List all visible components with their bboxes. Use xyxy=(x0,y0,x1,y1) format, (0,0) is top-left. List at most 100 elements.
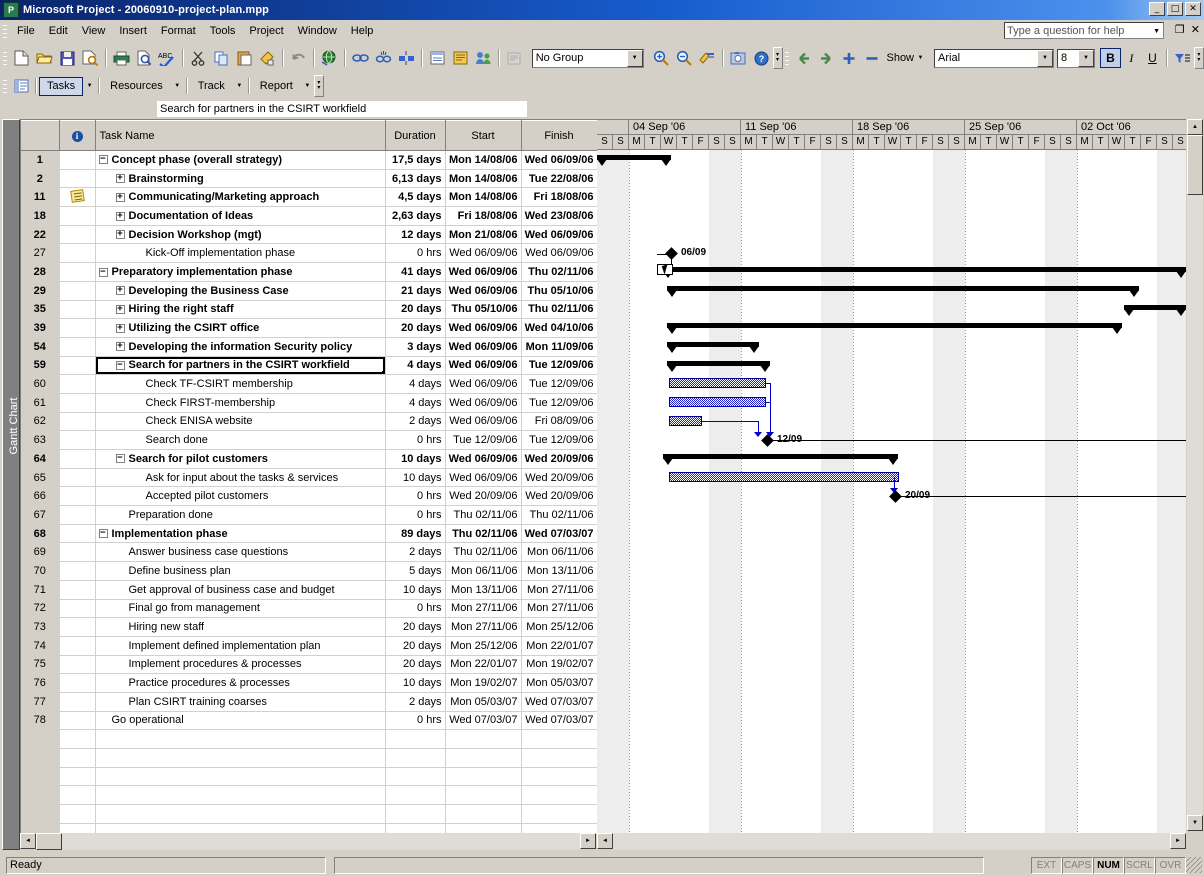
row-indicator[interactable] xyxy=(59,505,96,525)
formatting-toolbar-options[interactable]: ▾ ▾ xyxy=(1193,47,1204,69)
row-duration[interactable]: 89 days xyxy=(385,524,446,544)
outline-toggle-icon[interactable]: − xyxy=(115,454,125,464)
header-task-name[interactable]: Task Name xyxy=(95,120,386,151)
menu-tools[interactable]: Tools xyxy=(203,22,243,40)
row-id[interactable]: 75 xyxy=(21,654,60,675)
row-task-name[interactable]: Check FIRST-membership xyxy=(95,393,386,413)
zoom-in-icon[interactable] xyxy=(650,47,673,69)
row-id[interactable]: 67 xyxy=(21,505,60,525)
row-task-name[interactable]: + Brainstorming xyxy=(95,169,386,189)
restore-document-button[interactable]: ❐ xyxy=(1175,23,1185,36)
menu-format[interactable]: Format xyxy=(154,22,203,40)
outline-toggle-icon[interactable]: + xyxy=(115,174,125,184)
row-duration[interactable]: 10 days xyxy=(385,468,446,488)
row-empty-cell[interactable] xyxy=(445,804,522,824)
row-id[interactable]: 27 xyxy=(21,243,60,264)
row-finish[interactable]: Wed 07/03/07 xyxy=(521,711,597,731)
header-finish[interactable]: Finish xyxy=(521,120,597,151)
row-duration[interactable]: 20 days xyxy=(385,300,446,320)
table-row[interactable]: 75 Implement procedures & processes 20 day… xyxy=(21,654,597,675)
table-row-empty[interactable] xyxy=(21,729,597,749)
row-start[interactable]: Mon 13/11/06 xyxy=(445,580,522,600)
table-row[interactable]: 54 + Developing the information Security p… xyxy=(21,336,597,357)
table-row[interactable]: 76 Practice procedures & processes 10 days… xyxy=(21,673,597,693)
row-duration[interactable]: 10 days xyxy=(385,673,446,693)
row-indicator[interactable] xyxy=(59,169,96,189)
row-empty-cell[interactable] xyxy=(95,785,386,806)
gantt-summary-bar[interactable] xyxy=(663,454,898,460)
table-row[interactable]: 60 Check TF-CSIRT membership 4 days Wed 06/… xyxy=(21,374,597,394)
vertical-scrollbar[interactable]: ▲ ▼ xyxy=(1187,119,1203,833)
gantt-scroll-left-button[interactable]: ◄ xyxy=(597,833,613,849)
format-painter-icon[interactable] xyxy=(256,47,279,69)
project-guide-grip[interactable] xyxy=(3,78,7,94)
table-scroll-track[interactable] xyxy=(62,833,580,850)
row-task-name[interactable]: + Documentation of Ideas xyxy=(95,206,386,226)
copy-icon[interactable] xyxy=(210,47,233,69)
row-task-name[interactable]: + Utilizing the CSIRT office xyxy=(95,318,386,338)
row-indicator[interactable] xyxy=(59,617,96,637)
print-preview-icon[interactable] xyxy=(133,47,156,69)
row-empty-cell[interactable] xyxy=(59,729,96,749)
task-information-icon[interactable] xyxy=(426,47,449,69)
row-id[interactable]: 60 xyxy=(21,374,60,394)
row-finish[interactable]: Mon 27/11/06 xyxy=(521,599,597,619)
menu-view[interactable]: View xyxy=(75,22,113,40)
row-duration[interactable]: 5 days xyxy=(385,561,446,581)
row-duration[interactable]: 0 hrs xyxy=(385,243,446,264)
selection-handle[interactable] xyxy=(381,371,384,374)
row-start[interactable]: Wed 06/09/06 xyxy=(445,374,522,394)
font-size-arrow[interactable]: ▼ xyxy=(1077,49,1094,67)
row-finish[interactable]: Wed 04/10/06 xyxy=(521,318,597,338)
table-scroll-thumb[interactable] xyxy=(36,833,62,850)
row-id[interactable]: 65 xyxy=(21,467,60,488)
row-id[interactable]: 76 xyxy=(21,673,60,693)
row-task-name[interactable]: − Concept phase (overall strategy) xyxy=(95,150,386,170)
row-empty-cell[interactable] xyxy=(445,785,522,806)
table-horizontal-scrollbar[interactable]: ◄ ► xyxy=(20,833,596,850)
row-task-name[interactable]: Accepted pilot customers xyxy=(95,486,386,507)
row-start[interactable]: Wed 06/09/06 xyxy=(445,356,522,376)
row-duration[interactable]: 0 hrs xyxy=(385,711,446,731)
row-indicator[interactable] xyxy=(59,561,96,581)
row-start[interactable]: Wed 06/09/06 xyxy=(445,243,522,264)
table-row-empty[interactable] xyxy=(21,804,597,824)
scroll-down-button[interactable]: ▼ xyxy=(1187,815,1203,831)
row-task-name[interactable]: + Communicating/Marketing approach xyxy=(95,187,386,208)
table-row[interactable]: 66 Accepted pilot customers 0 hrs Wed 20/09… xyxy=(21,486,597,507)
header-start[interactable]: Start xyxy=(445,120,522,151)
row-start[interactable]: Tue 12/09/06 xyxy=(445,430,522,450)
row-indicator[interactable] xyxy=(59,430,96,450)
row-empty-cell[interactable] xyxy=(521,748,597,768)
gantt-task-bar[interactable] xyxy=(669,471,899,482)
zoom-out-icon[interactable] xyxy=(673,47,696,69)
row-indicator[interactable] xyxy=(59,300,96,320)
close-document-button[interactable]: ✕ xyxy=(1191,23,1200,36)
table-row-empty[interactable] xyxy=(21,785,597,806)
row-start[interactable]: Mon 05/03/07 xyxy=(445,692,522,712)
row-indicator[interactable] xyxy=(59,393,96,413)
menu-file[interactable]: File xyxy=(10,22,42,40)
gantt-task-bar[interactable] xyxy=(669,378,766,389)
project-guide-resources-button[interactable]: Resources xyxy=(102,77,171,96)
table-row[interactable]: 77 Plan CSIRT training coarses 2 days Mon 0… xyxy=(21,691,597,712)
row-duration[interactable]: 20 days xyxy=(385,655,446,675)
copy-picture-icon[interactable] xyxy=(727,47,750,69)
help-dropdown-icon[interactable]: ▼ xyxy=(1153,28,1160,35)
row-finish[interactable]: Wed 07/03/07 xyxy=(521,524,597,544)
row-finish[interactable]: Wed 20/09/06 xyxy=(521,449,597,469)
row-id[interactable]: 2 xyxy=(21,168,60,189)
row-duration[interactable]: 6,13 days xyxy=(385,169,446,189)
outline-toggle-icon[interactable]: + xyxy=(115,323,125,333)
row-start[interactable]: Wed 06/09/06 xyxy=(445,318,522,338)
table-row[interactable]: 68− Implementation phase 89 days Thu 02/11/… xyxy=(21,523,597,544)
row-finish[interactable]: Mon 19/02/07 xyxy=(521,655,597,675)
goto-selected-task-icon[interactable] xyxy=(696,47,719,69)
row-empty-cell[interactable] xyxy=(521,785,597,806)
row-empty-cell[interactable] xyxy=(521,729,597,749)
row-empty-cell[interactable] xyxy=(59,804,96,824)
table-row[interactable]: 62 Check ENISA website 2 days Wed 06/09/06 F… xyxy=(21,411,597,432)
row-start[interactable]: Wed 20/09/06 xyxy=(445,486,522,507)
new-icon[interactable] xyxy=(10,47,33,69)
row-duration[interactable]: 2 days xyxy=(385,692,446,712)
